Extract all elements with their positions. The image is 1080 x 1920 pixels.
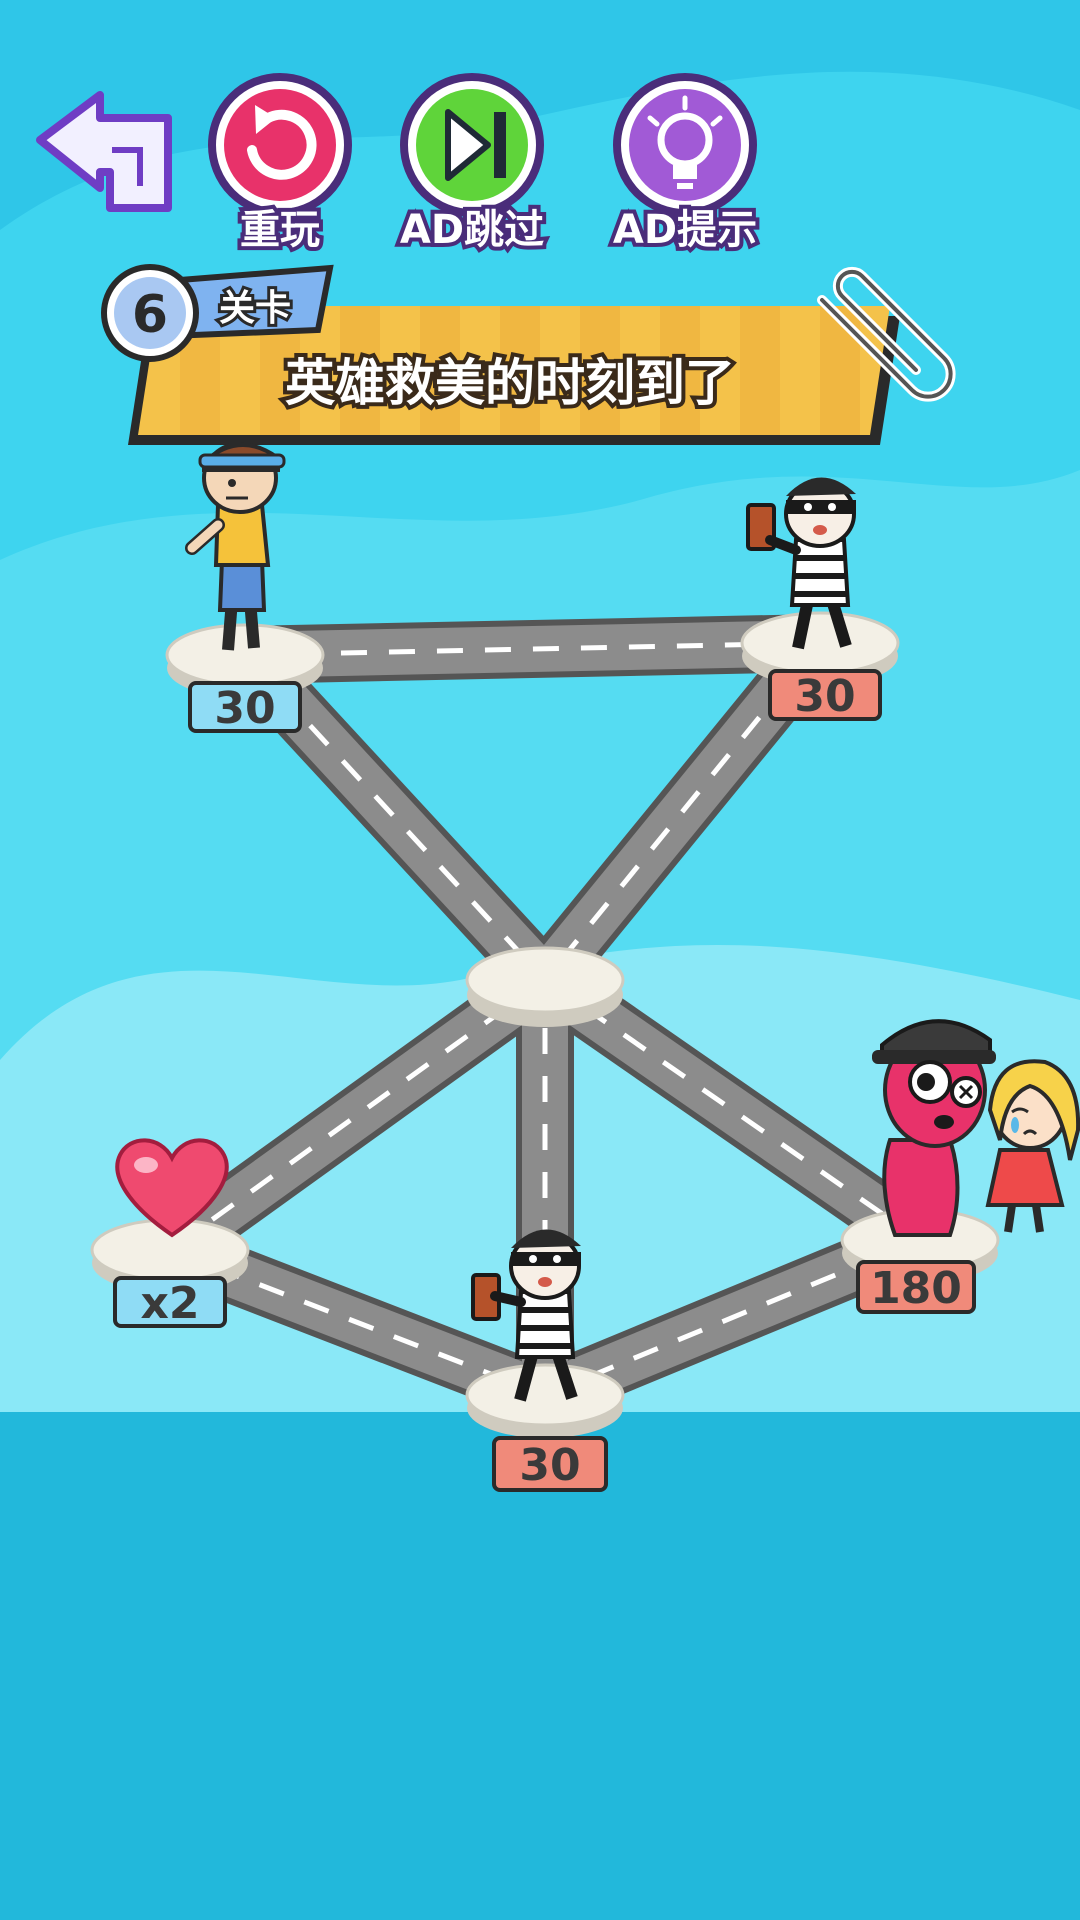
- boss-power-value: 180: [870, 1263, 962, 1314]
- platform-center[interactable]: [465, 946, 625, 1027]
- game-scene: 重玩 AD跳过 AD提示 英雄救美的时刻到了 关卡 6 30 30 x2 30 …: [0, 0, 1080, 1920]
- ad-skip-button[interactable]: AD跳过: [396, 73, 548, 257]
- ad-hint-label: AD提示: [613, 207, 757, 253]
- level-title: 英雄救美的时刻到了: [285, 354, 735, 412]
- hero-power-tag: 30: [188, 681, 302, 734]
- thief-top-power-tag: 30: [768, 669, 882, 722]
- thief-bottom-power-value: 30: [519, 1440, 580, 1491]
- replay-label: 重玩: [240, 207, 320, 253]
- level-tag: 关卡: [219, 288, 291, 329]
- ad-skip-label: AD跳过: [400, 207, 544, 253]
- ad-hint-button[interactable]: AD提示: [609, 73, 761, 257]
- heart-multiplier-value: x2: [141, 1278, 200, 1329]
- thief-top-power-value: 30: [794, 671, 855, 722]
- hero-power-value: 30: [214, 683, 275, 734]
- platform-thief-bottom[interactable]: [465, 1363, 625, 1438]
- level-number: 6: [132, 285, 168, 345]
- thief-bottom-power-tag: 30: [492, 1436, 608, 1492]
- boss-power-tag: 180: [856, 1260, 976, 1314]
- heart-multiplier-tag: x2: [113, 1276, 227, 1329]
